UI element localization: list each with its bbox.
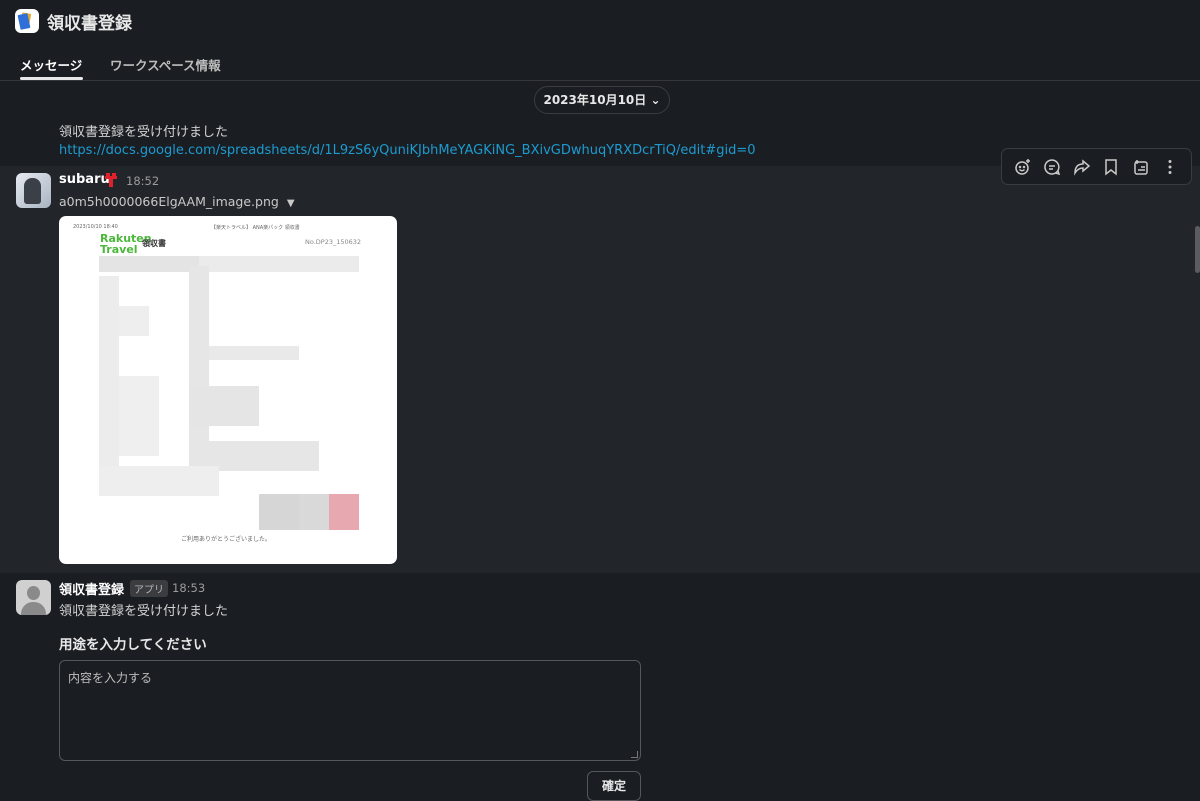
spreadsheet-link[interactable]: https://docs.google.com/spreadsheets/d/1…: [59, 143, 756, 158]
resize-handle[interactable]: [631, 751, 638, 758]
receipt-image[interactable]: 2023/10/10 18:40 【楽天トラベル】 ANA楽パック 領収書 Ra…: [59, 216, 397, 564]
receipt-thanks: ご利用ありがとうございました。: [181, 536, 272, 543]
redacted-block: [199, 256, 359, 272]
redacted-block: [259, 494, 299, 530]
avatar-subaru[interactable]: [16, 173, 51, 208]
redacted-block: [99, 276, 119, 496]
app-badge: アプリ: [130, 580, 168, 597]
channel-header: 領収書登録 メッセージ ワークスペース情報: [0, 0, 1200, 81]
redacted-block: [189, 386, 259, 426]
add-to-list-icon[interactable]: [1129, 155, 1153, 179]
message-actions-toolbar: [1001, 148, 1192, 185]
message-text: 領収書登録を受け付けました: [59, 125, 229, 140]
redacted-block: [299, 494, 329, 530]
redacted-block: [119, 376, 159, 456]
date-divider[interactable]: 2023年10月10日 ⌄: [534, 86, 670, 114]
redacted-block: [119, 306, 149, 336]
receipt-header-note: 【楽天トラベル】 ANA楽パック 領収書: [211, 225, 300, 231]
rakuten-travel-logo: Rakuten Travel: [100, 232, 152, 256]
redacted-block: [329, 494, 359, 530]
forward-icon[interactable]: [1070, 155, 1094, 179]
page-title: 領収書登録: [47, 14, 132, 34]
message-timestamp[interactable]: 18:53: [172, 581, 205, 595]
status-emoji-icon: [104, 172, 118, 187]
tab-workspace-info[interactable]: ワークスペース情報: [110, 55, 221, 74]
redacted-block: [209, 346, 299, 360]
message-timestamp[interactable]: 18:52: [126, 174, 159, 188]
thread-reply-icon[interactable]: [1040, 155, 1064, 179]
active-tab-indicator: [20, 77, 83, 80]
receipt-number: No.DP23_150632: [305, 238, 362, 246]
redacted-block: [99, 466, 219, 496]
confirm-button[interactable]: 確定: [587, 771, 641, 801]
more-actions-icon[interactable]: [1158, 155, 1182, 179]
purpose-placeholder: 内容を入力する: [68, 671, 153, 685]
author-name[interactable]: 領収書登録: [59, 579, 124, 598]
receipt-title: 領収書: [142, 239, 166, 248]
file-name[interactable]: a0m5h0000066ElgAAM_image.png ▼: [59, 194, 295, 209]
add-reaction-icon[interactable]: [1011, 155, 1035, 179]
avatar-app[interactable]: [16, 580, 51, 615]
file-name-text: a0m5h0000066ElgAAM_image.png: [59, 194, 279, 209]
form-label: 用途を入力してください: [59, 637, 207, 653]
app-icon: [15, 9, 39, 33]
receipt-date: 2023/10/10 18:40: [73, 224, 118, 230]
purpose-input[interactable]: 内容を入力する: [59, 660, 641, 761]
bookmark-icon[interactable]: [1099, 155, 1123, 179]
caret-down-icon[interactable]: ▼: [287, 198, 295, 209]
message-text: 領収書登録を受け付けました: [59, 604, 229, 619]
scrollbar[interactable]: [1195, 226, 1200, 273]
tab-messages[interactable]: メッセージ: [20, 55, 82, 74]
author-name[interactable]: subaru: [59, 172, 110, 187]
redacted-block: [99, 256, 199, 272]
